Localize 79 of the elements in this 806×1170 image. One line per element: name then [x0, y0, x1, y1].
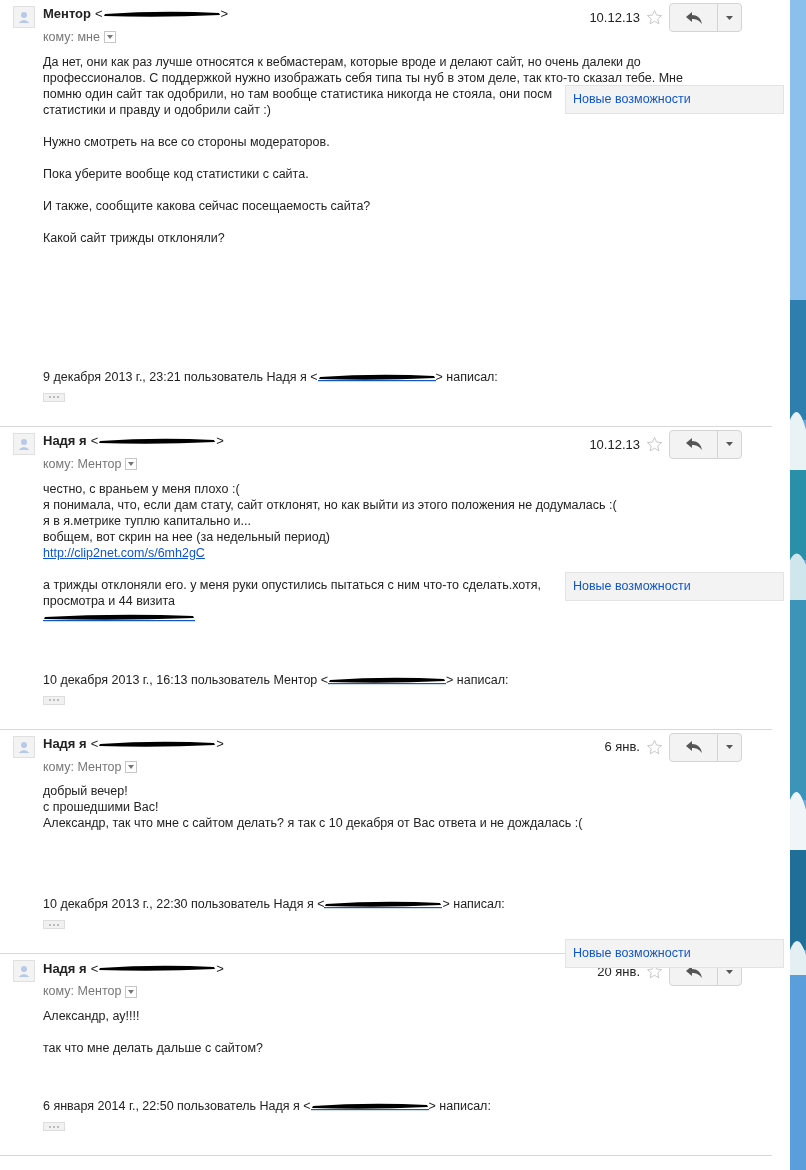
details-dropdown[interactable] — [125, 985, 138, 998]
recipient-label: кому: Ментор — [43, 455, 122, 473]
reply-icon — [685, 11, 702, 24]
angle-bracket: < — [90, 959, 99, 978]
details-dropdown[interactable] — [125, 458, 138, 471]
message-date: 10.12.13 — [589, 8, 640, 27]
sender-name: Надя я — [43, 734, 87, 753]
reply-icon — [685, 438, 702, 451]
show-trimmed-button[interactable] — [43, 392, 65, 402]
ellipsis-icon — [49, 396, 59, 399]
angle-bracket: > — [216, 432, 224, 450]
avatar-icon — [13, 735, 35, 758]
angle-bracket: > — [216, 959, 224, 978]
angle-bracket: < — [90, 734, 99, 753]
avatar-icon — [13, 432, 35, 455]
message-line: просмотра и 44 визита — [43, 593, 175, 608]
quote-attribution: 9 декабря 2013 г., 23:21 пользователь Надя я < — [43, 368, 318, 385]
angle-bracket: < — [90, 432, 99, 450]
quote-attribution: 10 декабря 2013 г., 22:30 пользователь Надя я < — [43, 896, 325, 913]
message-line: так что мне делать дальше с сайтом? — [43, 1041, 263, 1055]
quote-attribution: > написал: — [446, 671, 509, 688]
message-line: вобщем, вот скрин на нее (за недельный период) — [43, 529, 330, 544]
message-line: а трижды отклоняли его. у меня руки опустились пытаться с ним что-то сделать.хотя, — [43, 577, 541, 592]
message-line: с прошедшими Вас! — [43, 800, 159, 815]
star-icon[interactable] — [646, 738, 663, 756]
message-line: Нужно смотреть на все со стороны модераторов. — [43, 134, 330, 149]
message-link[interactable]: http://clip2net.com/s/6mh2gC — [43, 545, 205, 560]
reply-icon — [685, 741, 702, 753]
message-line: я понимала, что, если дам стату, сайт отклонят, но как выйти из этого положения не додумалась :( — [43, 497, 617, 512]
show-trimmed-button[interactable] — [43, 695, 65, 705]
caret-icon — [128, 764, 135, 769]
message-line: Пока уберите вообще код статистики с сайта. — [43, 166, 309, 181]
sender-name: Надя я — [43, 959, 87, 978]
caret-icon — [726, 15, 733, 20]
new-features-link[interactable]: Новые возможности — [573, 944, 691, 964]
ellipsis-icon — [49, 923, 59, 926]
message-line: я в я.метрике туплю капитально и... — [43, 513, 251, 528]
angle-bracket: < — [95, 5, 103, 24]
quote-attribution: > написал: — [428, 1098, 491, 1114]
details-dropdown[interactable] — [125, 760, 138, 773]
recipient-label: кому: мне — [43, 29, 100, 46]
message-line: Александр, так что мне с сайтом делать? я так с 10 декабря от Вас ответа и не дождалась :( — [43, 816, 583, 831]
caret-icon — [128, 462, 135, 467]
avatar-icon — [13, 6, 35, 28]
new-features-link[interactable]: Новые возможности — [573, 90, 691, 109]
show-trimmed-button[interactable] — [43, 920, 65, 930]
quote-attribution: > написал: — [442, 896, 505, 913]
message-line: профессионалов. С поддержкой нужно изображать себя типа ты нуб в этом деле, так кто-то сказал тебе. Мне — [43, 70, 683, 85]
caret-icon — [726, 745, 733, 749]
message-line: Какой сайт трижды отклоняли? — [43, 230, 225, 245]
caret-icon — [726, 442, 733, 447]
message-line: И также, сообщите какова сейчас посещаемость сайта? — [43, 198, 371, 213]
angle-bracket: > — [220, 5, 229, 24]
message-line: статистики и правду и одобрили сайт :) — [43, 102, 271, 117]
details-dropdown[interactable] — [103, 31, 116, 44]
star-icon[interactable] — [646, 435, 663, 453]
new-features-link[interactable]: Новые возможности — [573, 576, 691, 596]
recipient-label: кому: Ментор — [43, 983, 122, 1001]
message-line: Александр, ау!!!! — [43, 1009, 140, 1023]
quote-attribution: 10 декабря 2013 г., 16:13 пользователь Ментор < — [43, 671, 329, 688]
avatar-icon — [13, 960, 35, 983]
message-line: добрый вечер! — [43, 784, 128, 799]
message-line: Да нет, они как раз лучше относятся к вебмастерам, которые вроде и делают сайт, но очень далеки до — [43, 54, 641, 69]
show-trimmed-button[interactable] — [43, 1122, 65, 1131]
message-line: помню один сайт так одобрили, но там вообще статистика никогда не стояла, они посм — [43, 86, 552, 101]
quote-attribution: > написал: — [435, 368, 498, 385]
recipient-label: кому: Ментор — [43, 758, 122, 776]
star-icon[interactable] — [646, 9, 663, 26]
reply-icon — [685, 965, 702, 978]
caret-icon — [128, 989, 135, 994]
message-date: 6 янв. — [604, 738, 640, 757]
caret-icon — [106, 35, 113, 40]
sender-name: Надя я — [43, 432, 87, 450]
quote-attribution: 6 января 2014 г., 22:50 пользователь Надя я < — [43, 1098, 311, 1114]
angle-bracket: > — [216, 734, 224, 753]
sender-name: Ментор — [43, 5, 91, 24]
ellipsis-icon — [49, 1125, 59, 1128]
message-line: честно, с враньем у меня плохо :( — [43, 481, 240, 496]
message-date: 10.12.13 — [589, 435, 640, 454]
